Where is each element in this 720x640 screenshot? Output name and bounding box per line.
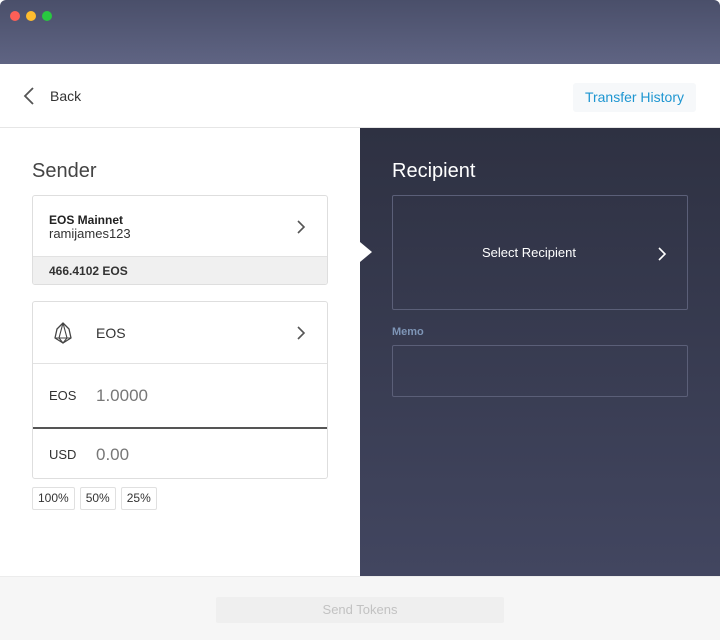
chevron-right-icon [296,219,306,240]
send-tokens-button[interactable]: Send Tokens [216,597,504,623]
memo-label: Memo [392,326,424,338]
account-name: ramijames123 [49,226,131,241]
transfer-history-button[interactable]: Transfer History [572,83,696,112]
select-recipient-button[interactable]: Select Recipient [392,195,688,310]
account-balance: 466.4102 EOS [33,256,327,284]
percent-100-button[interactable]: 100% [32,487,75,510]
eos-logo-icon [54,321,72,350]
sender-panel: Sender EOS Mainnet ramijames123 466.4102… [0,128,360,576]
header-bar: Back Transfer History [0,64,720,128]
account-network: EOS Mainnet [49,213,124,227]
percent-50-button[interactable]: 50% [79,487,116,510]
token-name: EOS [96,325,126,341]
close-window-button[interactable] [10,11,20,21]
minimize-window-button[interactable] [26,11,36,21]
fiat-row: USD [33,429,327,478]
recipient-panel: Recipient Select Recipient Memo [360,128,720,576]
fiat-amount-input[interactable] [96,445,316,465]
select-recipient-label: Select Recipient [482,245,576,260]
token-amount-input[interactable] [96,386,316,406]
percent-25-button[interactable]: 25% [120,487,157,510]
memo-input[interactable] [392,345,688,397]
chevron-right-icon [296,325,306,346]
panel-pointer [360,242,372,262]
percent-buttons: 100% 50% 25% [32,487,157,510]
sender-account-card[interactable]: EOS Mainnet ramijames123 466.4102 EOS [32,195,328,285]
token-selector[interactable]: EOS [33,302,327,364]
sender-title: Sender [32,160,97,182]
amount-currency-label: EOS [49,388,77,403]
amount-row: EOS [33,364,327,429]
window-titlebar [0,0,720,64]
back-button[interactable]: Back [22,84,81,108]
recipient-title: Recipient [392,160,476,182]
chevron-right-icon [657,246,667,267]
chevron-left-icon [22,86,36,106]
token-card: EOS EOS USD [32,301,328,479]
footer-bar: Send Tokens [0,576,720,640]
zoom-window-button[interactable] [42,11,52,21]
fiat-currency-label: USD [49,447,77,462]
back-label: Back [50,88,82,104]
